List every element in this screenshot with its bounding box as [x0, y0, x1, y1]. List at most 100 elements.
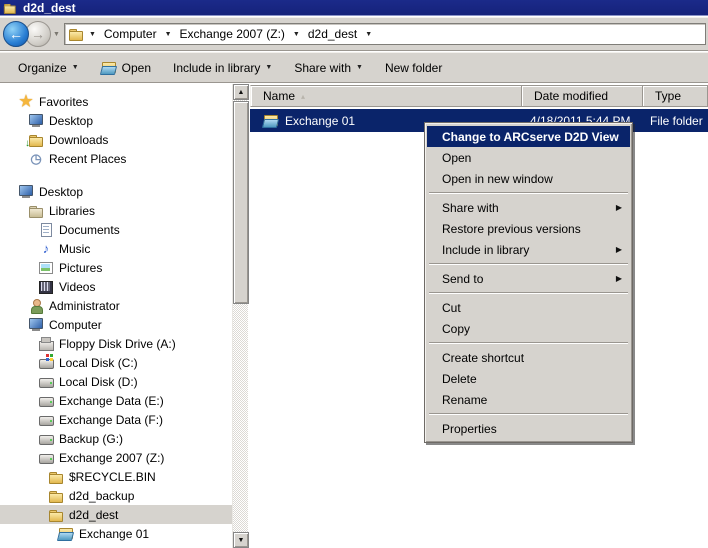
menu-item-copy[interactable]: Copy	[427, 318, 630, 339]
crumb-sep-icon[interactable]: ▼	[162, 31, 175, 38]
monitor-icon	[28, 113, 44, 129]
crumb-d2d-dest[interactable]: d2d_dest	[305, 26, 360, 42]
sidebar-item-libraries[interactable]: Libraries	[0, 201, 232, 220]
sidebar-item-local-disk-c[interactable]: Local Disk (C:)	[0, 353, 232, 372]
crumb-dropdown-icon[interactable]: ▼	[86, 31, 99, 38]
sidebar-item-desktop[interactable]: Desktop	[0, 111, 232, 130]
sidebar-item-exchange-01[interactable]: Exchange 01	[0, 524, 232, 543]
menu-separator	[429, 413, 628, 415]
file-name: Exchange 01	[285, 113, 356, 128]
folder-icon	[48, 469, 64, 485]
sidebar-item-favorites[interactable]: ★ Favorites	[0, 92, 232, 111]
sidebar-item-d2d-dest[interactable]: d2d_dest	[0, 505, 232, 524]
column-header-label: Type	[655, 89, 682, 103]
sidebar-item-label: Desktop	[39, 184, 84, 199]
sidebar-item-computer[interactable]: Computer	[0, 315, 232, 334]
crumb-exchange-2007-z[interactable]: Exchange 2007 (Z:)	[177, 26, 288, 42]
sidebar-item-label: Local Disk (D:)	[59, 374, 138, 389]
menu-item-open-in-new-window[interactable]: Open in new window	[427, 168, 630, 189]
sidebar-item-music[interactable]: ♪ Music	[0, 239, 232, 258]
doc-icon	[38, 222, 54, 238]
sort-asc-icon: ▴	[301, 91, 306, 101]
title-bar: d2d_dest	[0, 0, 708, 16]
window-title: d2d_dest	[23, 0, 76, 15]
column-header-date-modified[interactable]: Date modified	[522, 85, 643, 107]
menu-item-share-with[interactable]: Share with ▶	[427, 197, 630, 218]
sidebar-item-label: Videos	[59, 279, 96, 294]
crumb-sep-icon[interactable]: ▼	[362, 31, 375, 38]
sidebar-item-d2d-backup[interactable]: d2d_backup	[0, 486, 232, 505]
sidebar-item-downloads[interactable]: ↓ Downloads	[0, 130, 232, 149]
menu-separator	[429, 292, 628, 294]
menu-item-label: Rename	[442, 392, 488, 407]
menu-item-label: Open in new window	[442, 171, 553, 186]
column-header-name[interactable]: Name ▴	[250, 85, 522, 107]
command-toolbar: Organize ▼ Open Include in library ▼ Share wi…	[0, 52, 708, 83]
toolbar-item-organize[interactable]: Organize ▼	[10, 58, 87, 78]
scrollbar-thumb[interactable]	[233, 101, 249, 304]
sidebar-item-pictures[interactable]: Pictures	[0, 258, 232, 277]
user-icon	[28, 298, 44, 314]
scroll-up-button[interactable]: ▲	[233, 84, 249, 100]
monitor-icon	[18, 184, 34, 200]
dropdown-icon: ▼	[71, 64, 79, 71]
column-header-type[interactable]: Type	[643, 85, 708, 107]
menu-item-restore-previous-versions[interactable]: Restore previous versions	[427, 218, 630, 239]
scroll-down-button[interactable]: ▼	[233, 532, 249, 548]
window-folder-icon	[3, 1, 17, 15]
sidebar-item-documents[interactable]: Documents	[0, 220, 232, 239]
lib-icon	[28, 203, 44, 219]
sidebar-item-exchange-data-e[interactable]: Exchange Data (E:)	[0, 391, 232, 410]
sidebar-item-label: Music	[59, 241, 91, 256]
crumb-computer[interactable]: Computer	[101, 26, 160, 42]
toolbar-item-share-with[interactable]: Share with ▼	[286, 58, 371, 78]
menu-item-label: Copy	[442, 321, 471, 336]
column-header-label: Date modified	[534, 89, 609, 103]
menu-item-send-to[interactable]: Send to ▶	[427, 268, 630, 289]
breadcrumb[interactable]: ▼ Computer ▼ Exchange 2007 (Z:) ▼ d2d_dest ▼	[63, 23, 706, 45]
menu-item-rename[interactable]: Rename	[427, 389, 630, 410]
menu-item-create-shortcut[interactable]: Create shortcut	[427, 347, 630, 368]
folder-download-icon: ↓	[25, 132, 44, 148]
dropdown-icon: ▼	[356, 64, 363, 71]
sidebar-item-floppy-disk-drive-a[interactable]: Floppy Disk Drive (A:)	[0, 334, 232, 353]
menu-item-delete[interactable]: Delete	[427, 368, 630, 389]
sidebar-item-exchange-2007-z[interactable]: Exchange 2007 (Z:)	[0, 448, 232, 467]
sidebar-item-label: d2d_dest	[69, 507, 119, 522]
dropdown-icon: ▼	[265, 64, 273, 71]
sidebar-item-label: Documents	[59, 222, 120, 237]
sidebar-item-recycle-bin[interactable]: $RECYCLE.BIN	[0, 467, 232, 486]
sidebar-item-videos[interactable]: Videos	[0, 277, 232, 296]
sidebar-item-desktop[interactable]: Desktop	[0, 182, 232, 201]
submenu-arrow-icon: ▶	[615, 245, 622, 254]
folder-icon	[48, 507, 64, 523]
menu-item-open[interactable]: Open	[427, 147, 630, 168]
menu-item-change-to-arcserve-d2d-view[interactable]: Change to ARCserve D2D View	[427, 126, 630, 147]
sidebar-item-exchange-data-f[interactable]: Exchange Data (F:)	[0, 410, 232, 429]
menu-item-cut[interactable]: Cut	[427, 297, 630, 318]
menu-item-label: Open	[442, 150, 472, 165]
back-button[interactable]: ←	[3, 21, 29, 47]
sidebar-item-label: Floppy Disk Drive (A:)	[59, 336, 176, 351]
history-dropdown-icon[interactable]: ▼	[53, 31, 60, 38]
sidebar-item-label: Exchange 2007 (Z:)	[59, 450, 165, 465]
toolbar-item-open[interactable]: Open	[93, 57, 159, 79]
tree-scrollbar[interactable]: ▲ ▼	[232, 84, 249, 548]
disk-icon	[38, 374, 54, 390]
sidebar-item-label: Exchange 01	[79, 526, 150, 541]
disk-icon	[38, 431, 54, 447]
sidebar-item-local-disk-d[interactable]: Local Disk (D:)	[0, 372, 232, 391]
toolbar-item-label: Open	[121, 60, 151, 75]
menu-item-include-in-library[interactable]: Include in library ▶	[427, 239, 630, 260]
sidebar-item-administrator[interactable]: Administrator	[0, 296, 232, 315]
toolbar-item-include-in-library[interactable]: Include in library ▼	[165, 58, 280, 78]
sidebar-item-backup-g[interactable]: Backup (G:)	[0, 429, 232, 448]
video-icon	[38, 279, 54, 295]
disk-win-icon	[38, 353, 54, 371]
scroll-down-icon: ▼	[237, 536, 245, 544]
menu-item-properties[interactable]: Properties	[427, 418, 630, 439]
crumb-sep-icon[interactable]: ▼	[290, 31, 303, 38]
column-header-label: Name	[263, 89, 296, 103]
sidebar-item-label: Administrator	[49, 298, 120, 313]
toolbar-item-new-folder[interactable]: New folder	[377, 58, 450, 78]
